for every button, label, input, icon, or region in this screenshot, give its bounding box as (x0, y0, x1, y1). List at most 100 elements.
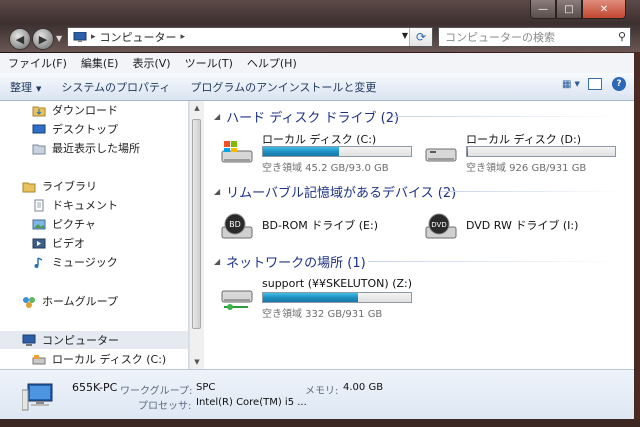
nav-item-videos[interactable]: ビデオ (32, 234, 85, 252)
drive-name: BD-ROM ドライブ (E:) (262, 219, 379, 232)
drive-z[interactable]: support (¥¥SKELUTON) (Z:) 空き領域 332 GB/93… (220, 277, 420, 321)
system-properties-button[interactable]: システムのプロパティ (51, 79, 180, 95)
content-pane: ◢ ハード ディスク ドライブ (2) ローカル ディスク (C:) 空き領域 … (204, 101, 634, 369)
collapse-triangle-icon[interactable]: ◢ (214, 257, 220, 266)
menu-edit[interactable]: 編集(E) (73, 55, 125, 71)
disk-icon (425, 148, 457, 162)
help-icon[interactable]: ? (612, 77, 626, 91)
drive-d[interactable]: ローカル ディスク (D:) 空き領域 926 GB/931 GB (424, 131, 624, 175)
menu-tools[interactable]: ツール(T) (177, 55, 239, 71)
menu-file[interactable]: ファイル(F) (0, 55, 73, 71)
menu-help[interactable]: ヘルプ(H) (239, 55, 303, 71)
explorer-window: — □ ✕ ◀ ▶ ▼ ▸ コンピューター ▸ ▼ ⟳ コンピューターの検索 ⚲… (0, 0, 640, 427)
recent-pages-dropdown-icon[interactable]: ▼ (56, 34, 62, 43)
nav-item-recent-places[interactable]: 最近表示した場所 (32, 139, 140, 157)
drive-c[interactable]: ローカル ディスク (C:) 空き領域 45.2 GB/93.0 GB (220, 131, 420, 175)
nav-item-label: ミュージック (52, 256, 118, 269)
nav-item-downloads[interactable]: ダウンロード (32, 101, 118, 119)
workgroup-label: ワークグループ: (120, 386, 193, 397)
minimize-button[interactable]: — (530, 0, 556, 19)
nav-item-desktop[interactable]: デスクトップ (32, 120, 118, 138)
capacity-bar (466, 146, 616, 157)
group-hard-disk-drives[interactable]: ◢ ハード ディスク ドライブ (2) (214, 107, 399, 126)
group-removable-storage[interactable]: ◢ リムーバブル記憶域があるデバイス (2) (214, 182, 456, 201)
capacity-fill (467, 147, 468, 156)
capacity-bar (262, 292, 412, 303)
organize-button[interactable]: 整理 ▼ (0, 79, 51, 95)
caption-buttons: — □ ✕ (530, 0, 626, 19)
taskbar-edge (0, 419, 640, 427)
free-space-text: 空き領域 45.2 GB/93.0 GB (262, 163, 389, 174)
menu-bar: ファイル(F) 編集(E) 表示(V) ツール(T) ヘルプ(H) (0, 53, 634, 73)
nav-item-label: ビデオ (52, 237, 85, 250)
breadcrumb-computer[interactable]: コンピューター (100, 29, 177, 45)
command-bar: 整理 ▼ システムのプロパティ プログラムのアンインストールと変更 ▦ ▼ ? (0, 73, 634, 101)
organize-label: 整理 (10, 80, 32, 94)
preview-pane-icon[interactable] (588, 78, 602, 90)
address-dropdown-icon[interactable]: ▼ (402, 31, 408, 40)
computer-small-icon (73, 31, 87, 42)
uninstall-program-button[interactable]: プログラムのアンインストールと変更 (180, 79, 386, 95)
computer-large-icon (22, 383, 53, 411)
recent-places-icon (32, 144, 46, 154)
close-button[interactable]: ✕ (582, 0, 626, 19)
homegroup-icon (23, 296, 35, 308)
address-bar[interactable]: ▸ コンピューター ▸ ▼ ⟳ (67, 27, 433, 47)
group-divider (368, 261, 622, 262)
group-network-locations[interactable]: ◢ ネットワークの場所 (1) (214, 252, 366, 271)
maximize-button[interactable]: □ (556, 0, 582, 19)
chevron-down-icon: ▼ (36, 84, 42, 93)
dvd-rw-drive-icon: DVD (425, 213, 457, 239)
nav-item-label: コンピューター (42, 334, 119, 347)
refresh-icon[interactable]: ⟳ (409, 28, 432, 46)
nav-item-documents[interactable]: ドキュメント (32, 196, 118, 214)
nav-item-computer[interactable]: コンピューター (0, 331, 188, 349)
scroll-up-icon[interactable]: ▲ (190, 101, 204, 115)
nav-item-label: ドキュメント (52, 199, 118, 212)
scroll-thumb[interactable] (192, 119, 201, 329)
scroll-down-icon[interactable]: ▼ (190, 355, 204, 369)
nav-item-label: ホームグループ (42, 295, 119, 308)
collapse-triangle-icon[interactable]: ◢ (214, 187, 220, 196)
group-divider (440, 191, 622, 192)
drive-name: ローカル ディスク (C:) (262, 133, 377, 146)
pictures-icon (32, 219, 46, 229)
drive-e[interactable]: BD BD-ROM ドライブ (E:) (220, 207, 420, 241)
search-icon[interactable]: ⚲ (618, 30, 626, 43)
disc-badge: BD (229, 220, 241, 229)
breadcrumb-separator-icon[interactable]: ▸ (181, 32, 186, 42)
nav-item-homegroup[interactable]: ホームグループ (22, 292, 118, 310)
search-input[interactable]: コンピューターの検索 ⚲ (438, 27, 631, 47)
group-title: ハード ディスク ドライブ (2) (226, 111, 400, 126)
nav-item-music[interactable]: ミュージック (32, 253, 118, 271)
nav-item-label: ピクチャ (52, 218, 96, 231)
nav-item-local-disk-c[interactable]: ローカル ディスク (C:) (32, 350, 166, 368)
drive-i[interactable]: DVD DVD RW ドライブ (I:) (424, 207, 624, 241)
change-view-icon[interactable]: ▦ ▼ (562, 77, 580, 91)
computer-name: 655K-PC (72, 381, 118, 394)
nav-item-label: デスクトップ (52, 123, 118, 136)
capacity-bar (262, 146, 412, 157)
menu-view[interactable]: 表示(V) (124, 55, 176, 71)
memory-label: メモリ: (305, 386, 339, 397)
library-icon (22, 182, 36, 192)
breadcrumb-separator-icon[interactable]: ▸ (91, 32, 96, 42)
collapse-triangle-icon[interactable]: ◢ (214, 112, 220, 121)
workgroup-value: SPC (196, 382, 216, 393)
free-space-text: 空き領域 926 GB/931 GB (466, 163, 587, 174)
search-placeholder: コンピューターの検索 (445, 31, 555, 44)
nav-item-library[interactable]: ライブラリ (22, 177, 97, 195)
back-button[interactable]: ◀ (9, 28, 31, 50)
nav-item-label: ローカル ディスク (C:) (52, 353, 167, 366)
free-space-text: 空き領域 332 GB/931 GB (262, 309, 383, 320)
details-pane: 655K-PC ワークグループ: SPC メモリ: 4.00 GB プロセッサ:… (0, 369, 634, 420)
navigation-scrollbar[interactable]: ▲ ▼ (189, 101, 204, 369)
navigation-pane: ダウンロード デスクトップ 最近表示した場所 ライブラリ ドキュメント ピクチャ… (0, 101, 189, 369)
disk-icon (32, 354, 46, 364)
group-title: リムーバブル記憶域があるデバイス (2) (226, 186, 457, 201)
drive-name: DVD RW ドライブ (I:) (466, 219, 579, 232)
nav-item-pictures[interactable]: ピクチャ (32, 215, 96, 233)
nav-item-label: ライブラリ (42, 180, 97, 193)
bd-rom-drive-icon: BD (221, 213, 253, 239)
forward-button[interactable]: ▶ (32, 28, 54, 50)
